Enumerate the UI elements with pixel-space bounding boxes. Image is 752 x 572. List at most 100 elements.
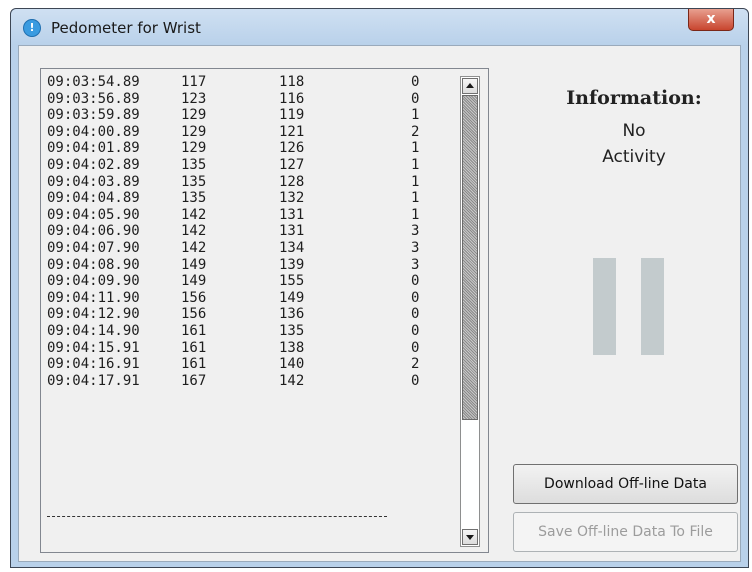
log-time: 09:04:06.90 (47, 223, 140, 240)
log-value-a: 123 (181, 90, 207, 107)
log-value-a: 142 (181, 223, 207, 240)
log-value-b: 127 (279, 156, 305, 173)
log-value-b: 139 (279, 256, 305, 273)
log-value-c: 3 (411, 239, 420, 256)
window-title: Pedometer for Wrist (51, 19, 201, 37)
title-bar[interactable]: ! Pedometer for Wrist x (11, 9, 748, 45)
app-icon: ! (23, 19, 41, 37)
log-row: 09:04:08.90 149 139 3 (47, 257, 457, 274)
activity-bar-left (593, 258, 616, 355)
scroll-up-button[interactable] (462, 78, 478, 94)
save-offline-data-button[interactable]: Save Off-line Data To File (513, 512, 738, 552)
log-value-b: 131 (279, 223, 305, 240)
log-time: 09:04:02.89 (47, 156, 140, 173)
log-value-a: 161 (181, 339, 207, 356)
log-value-b: 128 (279, 173, 305, 190)
log-value-c: 0 (411, 322, 420, 339)
log-value-a: 129 (181, 123, 207, 140)
log-value-c: 0 (411, 74, 420, 90)
log-value-a: 149 (181, 256, 207, 273)
log-value-b: 140 (279, 356, 305, 373)
log-value-a: 161 (181, 322, 207, 339)
log-value-b: 138 (279, 339, 305, 356)
scroll-down-button[interactable] (462, 529, 478, 545)
log-row: 09:04:11.90 156 149 0 (47, 290, 457, 307)
log-time: 09:04:09.90 (47, 273, 140, 290)
log-value-c: 1 (411, 190, 420, 207)
log-value-a: 129 (181, 140, 207, 157)
log-value-c: 1 (411, 140, 420, 157)
log-row: 09:03:56.89 123 116 0 (47, 91, 457, 108)
log-value-a: 167 (181, 372, 207, 389)
log-value-a: 129 (181, 107, 207, 124)
log-value-b: 132 (279, 190, 305, 207)
log-value-a: 117 (181, 74, 207, 90)
log-row: 09:04:09.90 149 155 0 (47, 273, 457, 290)
log-time: 09:04:17.91 (47, 372, 140, 389)
log-row: 09:04:15.91 161 138 0 (47, 340, 457, 357)
arrow-down-icon (466, 535, 474, 540)
log-row: 09:04:12.90 156 136 0 (47, 306, 457, 323)
log-time: 09:04:05.90 (47, 206, 140, 223)
download-offline-data-button[interactable]: Download Off-line Data (513, 464, 738, 504)
log-value-b: 135 (279, 322, 305, 339)
log-time: 09:04:14.90 (47, 322, 140, 339)
log-time: 09:04:12.90 (47, 306, 140, 323)
log-value-c: 2 (411, 356, 420, 373)
log-row: 09:04:02.89 135 127 1 (47, 157, 457, 174)
log-row: 09:04:06.90 142 131 3 (47, 223, 457, 240)
log-row: 09:04:03.89 135 128 1 (47, 174, 457, 191)
log-row: 09:03:54.89 117 118 0 (47, 74, 457, 91)
log-value-c: 1 (411, 206, 420, 223)
log-row: 09:04:17.91 167 142 0 (47, 373, 457, 390)
log-time: 09:04:15.91 (47, 339, 140, 356)
log-time: 09:04:16.91 (47, 356, 140, 373)
arrow-up-icon (466, 83, 474, 88)
log-value-c: 1 (411, 173, 420, 190)
log-value-c: 0 (411, 90, 420, 107)
activity-status: No Activity (579, 118, 689, 170)
log-value-b: 126 (279, 140, 305, 157)
information-heading: Information: (566, 87, 702, 109)
log-value-c: 0 (411, 339, 420, 356)
log-value-b: 134 (279, 239, 305, 256)
status-line-1: No (622, 121, 646, 141)
vertical-scrollbar[interactable] (460, 76, 480, 547)
log-value-a: 149 (181, 273, 207, 290)
log-time: 09:04:04.89 (47, 190, 140, 207)
log-time: 09:04:00.89 (47, 123, 140, 140)
log-value-a: 135 (181, 190, 207, 207)
log-value-b: 116 (279, 90, 305, 107)
log-value-b: 155 (279, 273, 305, 290)
close-button[interactable]: x (688, 9, 734, 31)
log-value-c: 0 (411, 306, 420, 323)
log-time: 09:03:56.89 (47, 90, 140, 107)
log-value-c: 3 (411, 256, 420, 273)
app-window: ! Pedometer for Wrist x 09:03:54.89 117 11… (10, 8, 749, 568)
log-value-a: 156 (181, 306, 207, 323)
scroll-thumb[interactable] (462, 95, 478, 420)
log-value-b: 149 (279, 289, 305, 306)
log-value-b: 142 (279, 372, 305, 389)
status-line-2: Activity (602, 147, 666, 167)
log-row: 09:04:05.90 142 131 1 (47, 207, 457, 224)
log-time: 09:04:07.90 (47, 239, 140, 256)
log-row: 09:04:14.90 161 135 0 (47, 323, 457, 340)
log-row: 09:04:01.89 129 126 1 (47, 140, 457, 157)
log-value-b: 118 (279, 74, 305, 90)
data-log-list[interactable]: 09:03:54.89 117 118 0 09:03:56.89 123 116 0 09:0… (40, 68, 489, 553)
log-value-b: 119 (279, 107, 305, 124)
log-value-c: 0 (411, 289, 420, 306)
log-row: 09:04:16.91 161 140 2 (47, 356, 457, 373)
log-rows: 09:03:54.89 117 118 0 09:03:56.89 123 116 0 09:0… (47, 74, 457, 544)
log-time: 09:03:59.89 (47, 107, 140, 124)
log-time: 09:04:03.89 (47, 173, 140, 190)
log-value-b: 121 (279, 123, 305, 140)
log-value-c: 1 (411, 156, 420, 173)
log-time: 09:04:08.90 (47, 256, 140, 273)
log-row: 09:04:00.89 129 121 2 (47, 124, 457, 141)
log-value-a: 135 (181, 173, 207, 190)
log-value-a: 142 (181, 206, 207, 223)
log-row: 09:03:59.89 129 119 1 (47, 107, 457, 124)
log-value-a: 135 (181, 156, 207, 173)
